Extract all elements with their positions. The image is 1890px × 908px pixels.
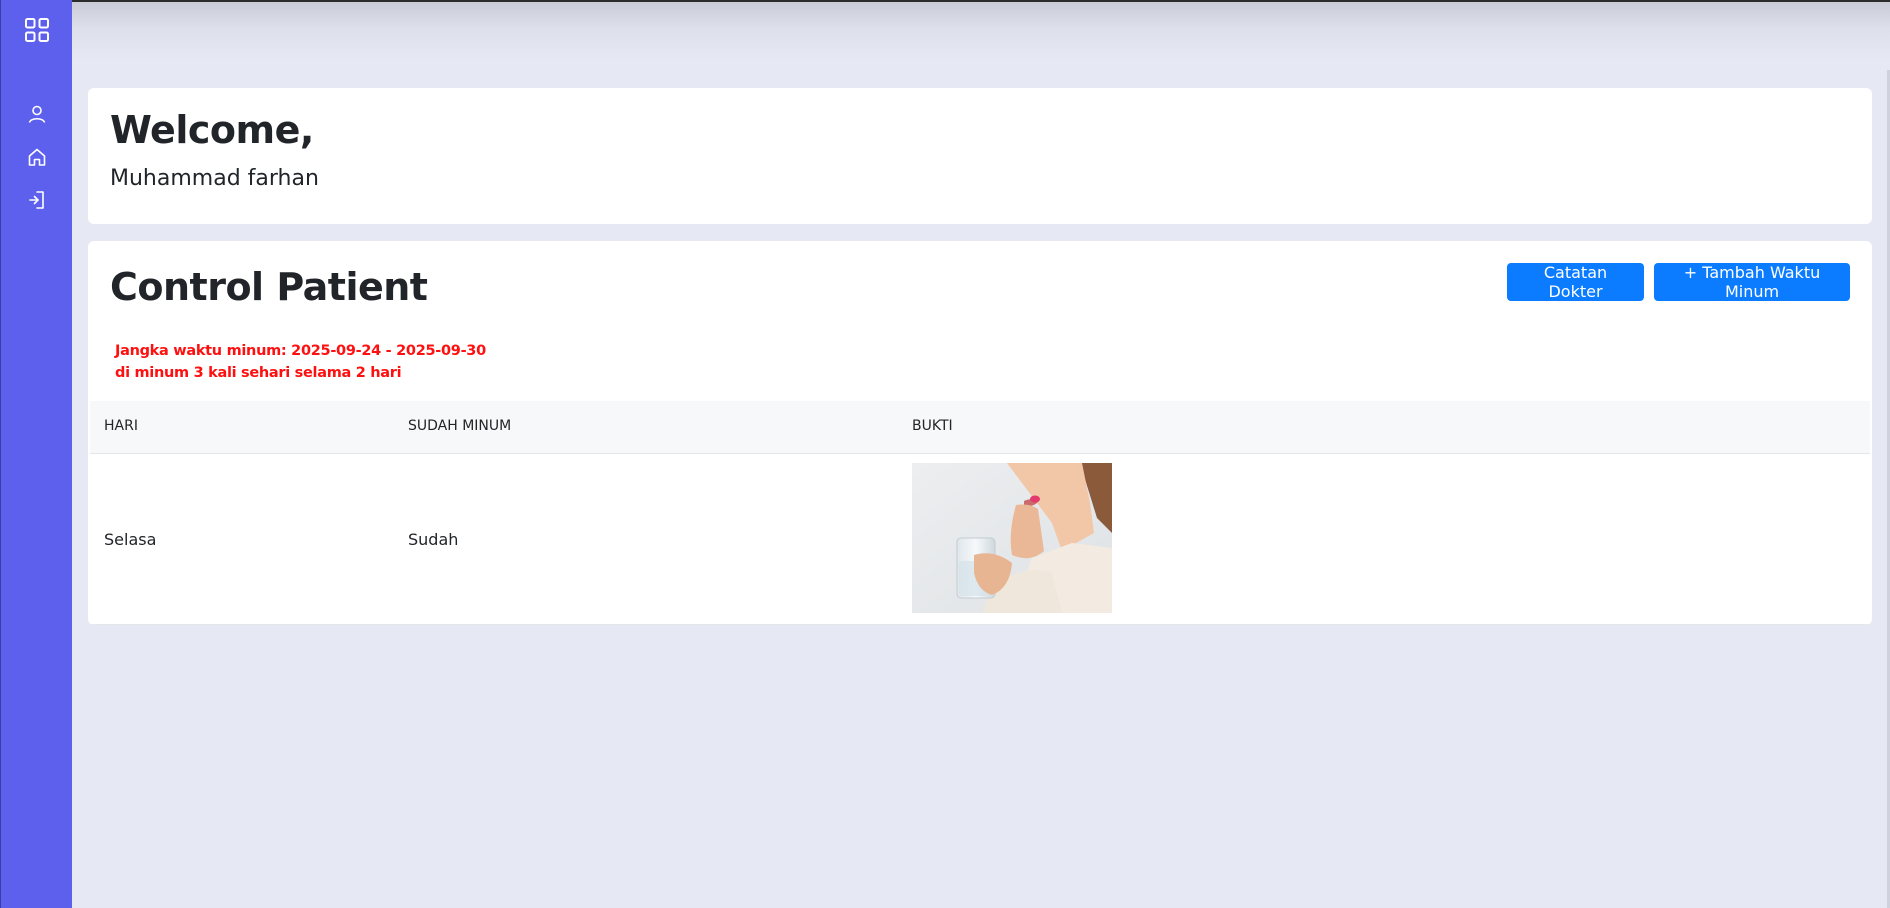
welcome-title: Welcome,: [110, 108, 314, 152]
logout-icon[interactable]: [1, 188, 73, 212]
schedule-period: Jangka waktu minum: 2025-09-24 - 2025-09…: [115, 343, 486, 359]
column-header-proof: BUKTI: [912, 418, 953, 434]
cell-taken: Sudah: [408, 530, 459, 549]
page-title: Control Patient: [110, 265, 428, 309]
doctor-notes-button[interactable]: Catatan Dokter: [1507, 263, 1644, 301]
user-name: Muhammad farhan: [110, 166, 319, 191]
sidebar: [0, 0, 72, 908]
proof-photo[interactable]: [912, 463, 1112, 613]
schedule-dosage: di minum 3 kali sehari selama 2 hari: [115, 365, 402, 381]
schedule-notice: Jangka waktu minum: 2025-09-24 - 2025-09…: [115, 340, 486, 384]
top-bar: [72, 0, 1890, 60]
table-header: HARI SUDAH MINUM BUKTI: [90, 401, 1870, 454]
column-header-taken: SUDAH MINUM: [408, 418, 512, 434]
cell-day: Selasa: [104, 530, 157, 549]
medication-table: HARI SUDAH MINUM BUKTI Selasa Sudah: [90, 401, 1870, 625]
column-header-day: HARI: [104, 418, 138, 434]
control-patient-card: Control Patient Catatan Dokter + Tambah …: [88, 241, 1872, 625]
user-icon[interactable]: [1, 102, 73, 126]
add-drinking-time-button[interactable]: + Tambah Waktu Minum: [1654, 263, 1850, 301]
grid-icon[interactable]: [1, 15, 73, 45]
table-row: Selasa Sudah: [90, 454, 1870, 625]
home-icon[interactable]: [1, 145, 73, 169]
welcome-card: Welcome, Muhammad farhan: [88, 88, 1872, 224]
